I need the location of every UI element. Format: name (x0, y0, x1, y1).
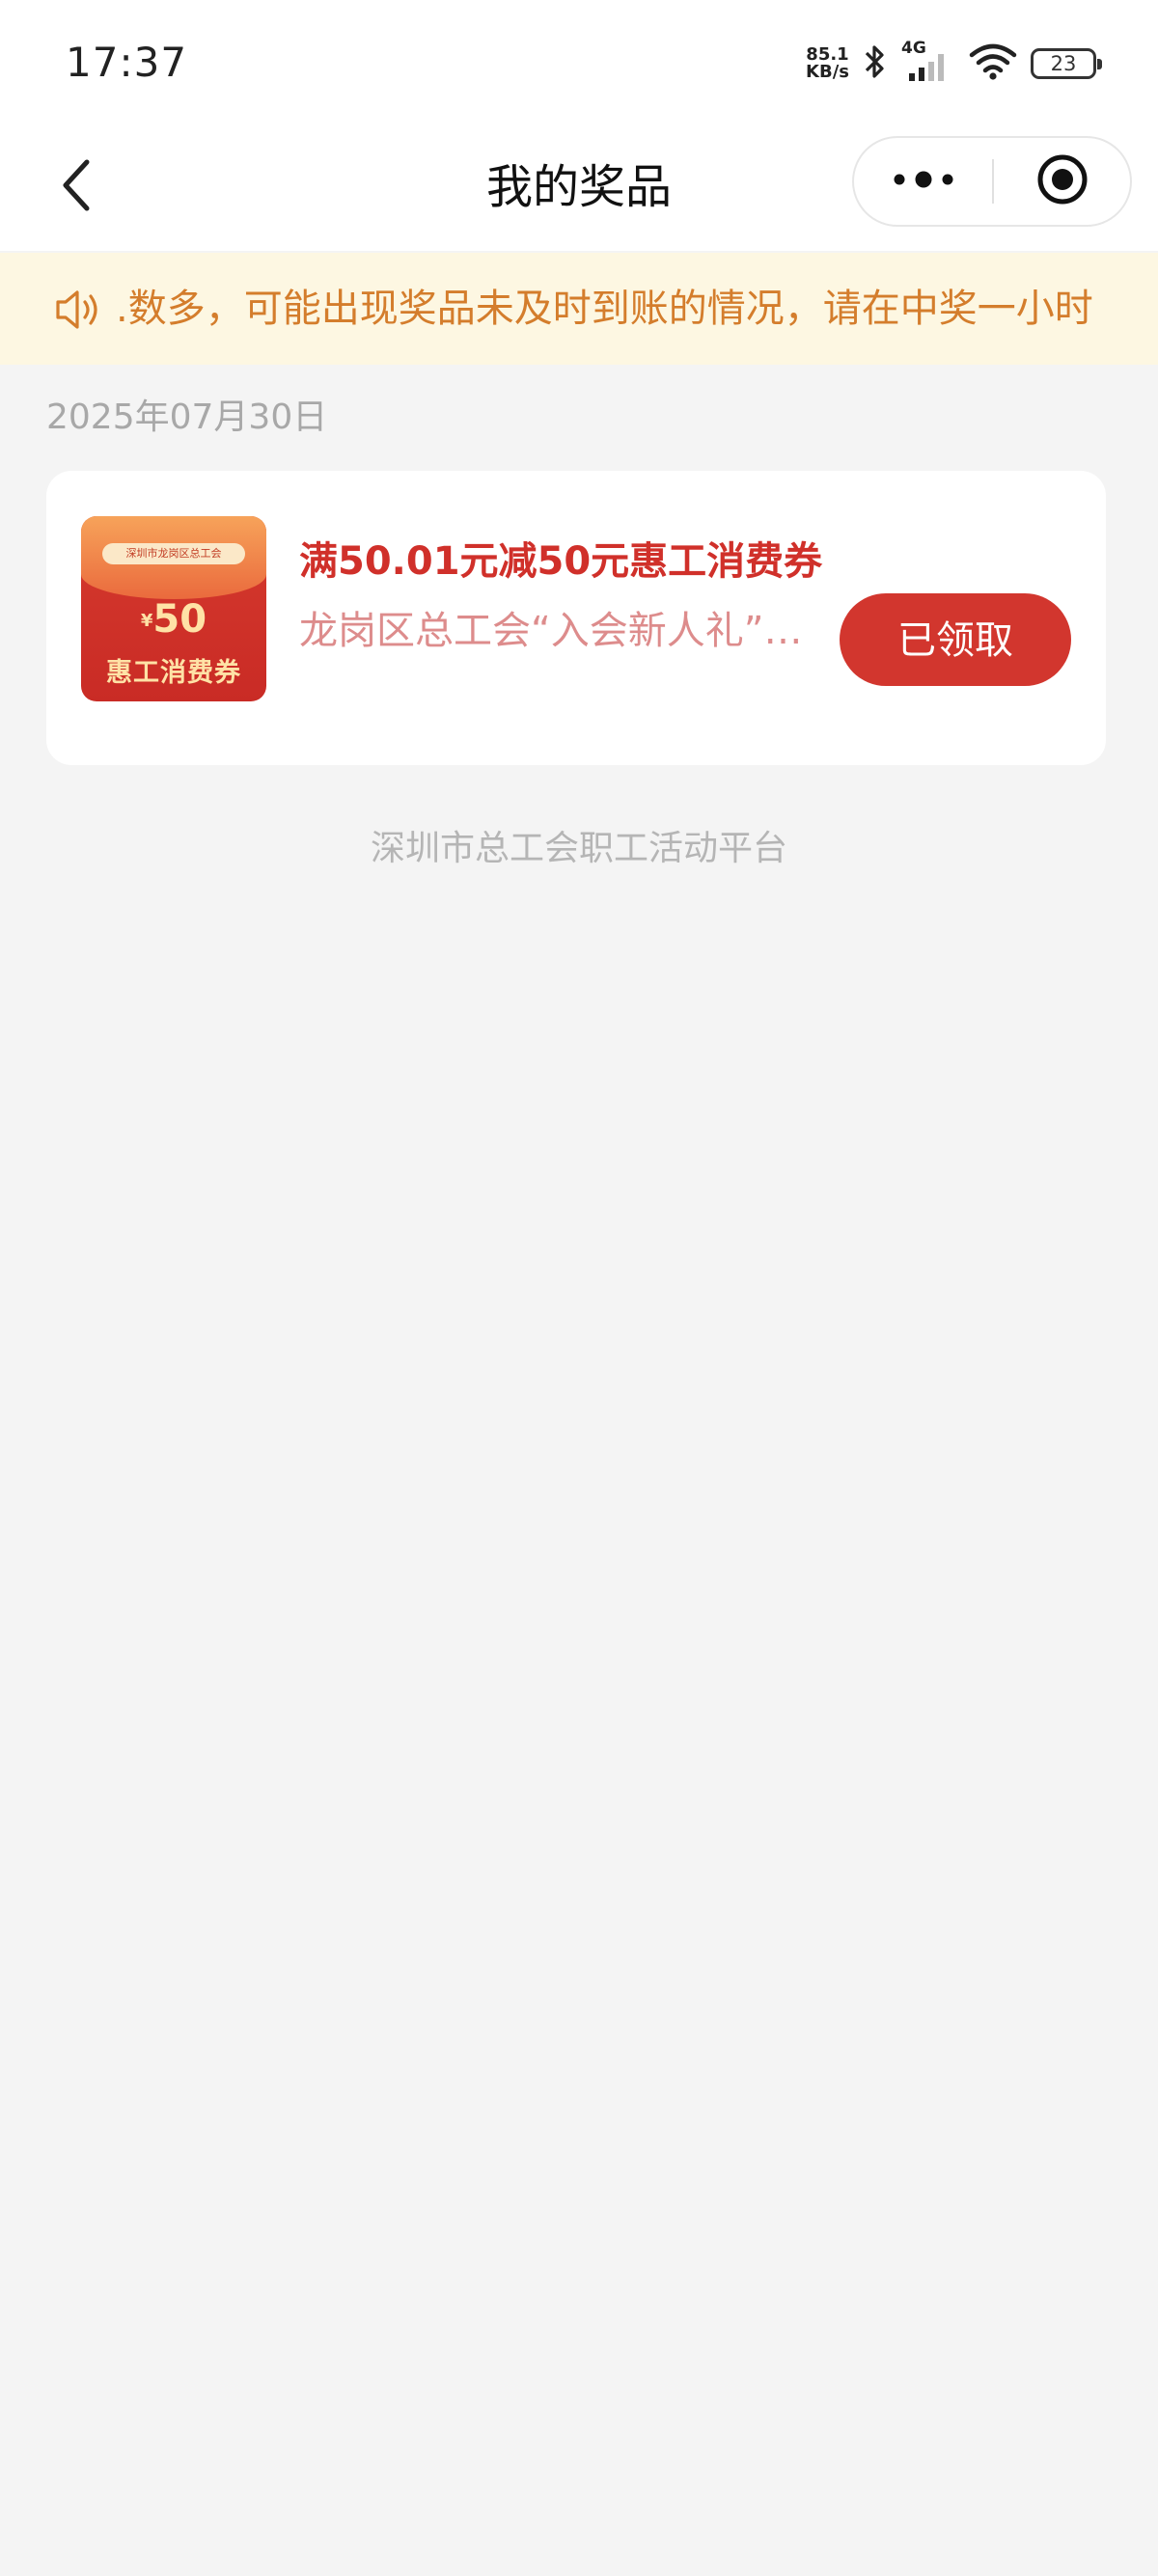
prize-title: 满50.01元减50元惠工消费券 (299, 539, 823, 584)
notice-text: .数多，可能出现奖品未及时到账的情况，请在中奖一小时 (116, 287, 1093, 331)
coupon-amount-value: 50 (152, 597, 207, 642)
speaker-icon (54, 288, 102, 332)
more-icon (892, 169, 955, 194)
wifi-icon (969, 42, 1017, 85)
status-icons: 85.1 KB/s 4G 23 (806, 39, 1102, 85)
net-speed-unit: KB/s (806, 62, 849, 82)
battery-level: 23 (1050, 52, 1077, 75)
notice-bar: .数多，可能出现奖品未及时到账的情况，请在中奖一小时 (0, 253, 1158, 365)
coupon-thumbnail: 深圳市龙岗区总工会 ¥50 惠工消费券 (81, 516, 266, 701)
back-button[interactable] (39, 149, 116, 226)
status-time: 17:37 (66, 39, 188, 86)
coupon-name: 惠工消费券 (106, 658, 241, 688)
battery-icon: 23 (1031, 48, 1102, 79)
bluetooth-icon (863, 42, 888, 85)
coupon-issuer-badge: 深圳市龙岗区总工会 (102, 543, 245, 564)
net-speed: 85.1 KB/s (806, 46, 849, 81)
mini-program-capsule (852, 136, 1132, 227)
nav-bar: 我的奖品 (0, 123, 1158, 251)
prize-date: 2025年07月30日 (46, 397, 328, 437)
page-title: 我的奖品 (485, 160, 672, 214)
more-button[interactable] (854, 138, 993, 225)
signal-icon: 4G (901, 39, 955, 83)
coupon-currency: ¥ (140, 611, 153, 631)
close-target-icon (1035, 152, 1089, 210)
footer-text: 深圳市总工会职工活动平台 (370, 829, 787, 868)
close-button[interactable] (994, 138, 1130, 225)
prize-subtitle: 龙岗区总工会“入会新人礼”活动 (299, 609, 820, 653)
prize-card[interactable]: 深圳市龙岗区总工会 ¥50 惠工消费券 满50.01元减50元惠工消费券 龙岗区… (46, 471, 1106, 765)
network-type: 4G (901, 39, 926, 58)
claimed-button[interactable]: 已领取 (840, 593, 1071, 686)
back-arrow-icon (58, 158, 96, 216)
status-bar: 17:37 85.1 KB/s 4G 23 (0, 0, 1158, 123)
coupon-amount: ¥50 (81, 597, 266, 642)
